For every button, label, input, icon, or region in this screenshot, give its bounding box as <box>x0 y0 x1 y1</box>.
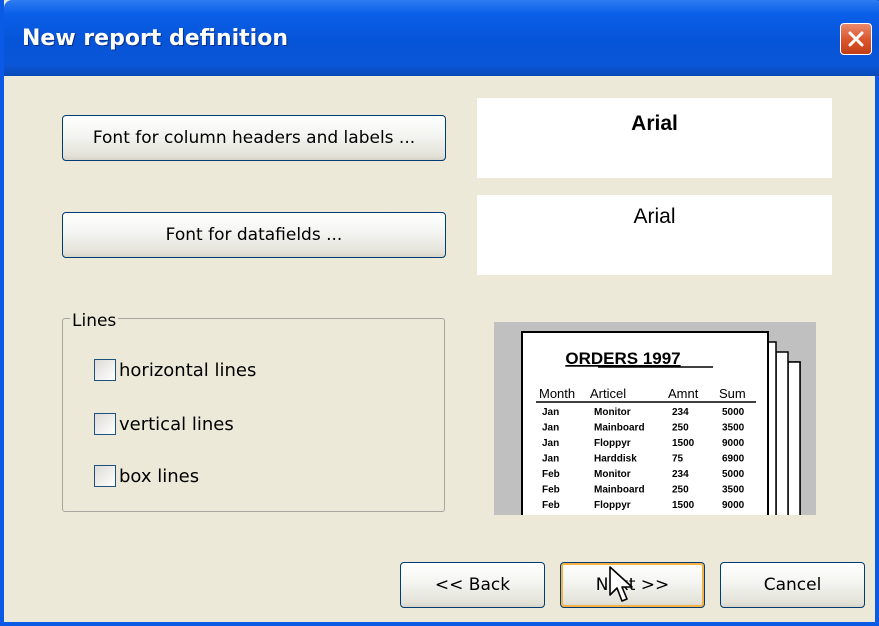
report-col-header: Articel <box>590 386 626 401</box>
report-cell: Monitor <box>594 469 631 480</box>
title-bar[interactable]: New report definition <box>4 0 879 76</box>
report-col-header: Month <box>539 386 575 401</box>
report-cell: 9000 <box>722 500 745 511</box>
header-font-sample: Arial <box>631 112 678 135</box>
horizontal-lines-option[interactable]: horizontal lines <box>94 359 256 381</box>
report-cell: 9000 <box>722 438 745 449</box>
box-lines-label: box lines <box>119 465 200 487</box>
vertical-lines-option[interactable]: vertical lines <box>94 413 234 435</box>
report-cell: Floppyr <box>594 438 631 449</box>
report-cell: Floppyr <box>594 500 631 511</box>
report-col-header: Amnt <box>668 386 699 401</box>
report-col-header: Sum <box>719 386 746 401</box>
report-cell: 75 <box>672 454 684 465</box>
report-cell: Jan <box>542 438 559 449</box>
report-cell: Jan <box>542 454 559 465</box>
close-icon <box>848 31 864 47</box>
report-title: ORDERS 1997 <box>565 349 680 368</box>
cancel-button[interactable]: Cancel <box>720 562 865 608</box>
report-cell: Feb <box>542 485 560 496</box>
report-cell: Feb <box>542 500 560 511</box>
vertical-lines-label: vertical lines <box>119 413 234 435</box>
close-button[interactable] <box>840 23 872 55</box>
mouse-pointer-icon <box>609 566 633 602</box>
report-cell: 234 <box>672 407 689 418</box>
dialog-window: New report definition Font for column he… <box>0 0 879 626</box>
report-cell: 3500 <box>722 485 745 496</box>
report-cell: 250 <box>672 485 689 496</box>
box-lines-checkbox[interactable] <box>94 465 116 487</box>
report-cell: 1500 <box>672 438 695 449</box>
window-title: New report definition <box>22 26 288 51</box>
header-font-button[interactable]: Font for column headers and labels ... <box>62 115 446 161</box>
data-font-sample: Arial <box>633 205 676 228</box>
box-lines-option[interactable]: box lines <box>94 465 199 487</box>
report-cell: 3500 <box>722 423 745 434</box>
report-cell: 250 <box>672 423 689 434</box>
report-cell: Jan <box>542 407 559 418</box>
report-cell: Mainboard <box>594 485 645 496</box>
horizontal-lines-checkbox[interactable] <box>94 359 116 381</box>
lines-group-label: Lines <box>70 311 119 331</box>
horizontal-lines-label: horizontal lines <box>119 359 257 381</box>
report-cell: Feb <box>542 469 560 480</box>
report-cell: Monitor <box>594 407 631 418</box>
report-cell: 5000 <box>722 407 745 418</box>
data-font-button[interactable]: Font for datafields ... <box>62 212 446 258</box>
report-preview-image: ORDERS 1997 Month Articel Amnt Sum Jan Mo… <box>494 322 816 515</box>
back-button[interactable]: << Back <box>400 562 545 608</box>
report-cell: 6900 <box>722 454 745 465</box>
report-cell: 1500 <box>672 500 695 511</box>
report-cell: 5000 <box>722 469 745 480</box>
report-cell: Jan <box>542 423 559 434</box>
report-cell: Mainboard <box>594 423 645 434</box>
report-cell: Harddisk <box>594 454 637 465</box>
vertical-lines-checkbox[interactable] <box>94 413 116 435</box>
report-cell: 234 <box>672 469 689 480</box>
data-font-preview: Arial <box>477 195 832 275</box>
header-font-preview: Arial <box>477 98 832 178</box>
